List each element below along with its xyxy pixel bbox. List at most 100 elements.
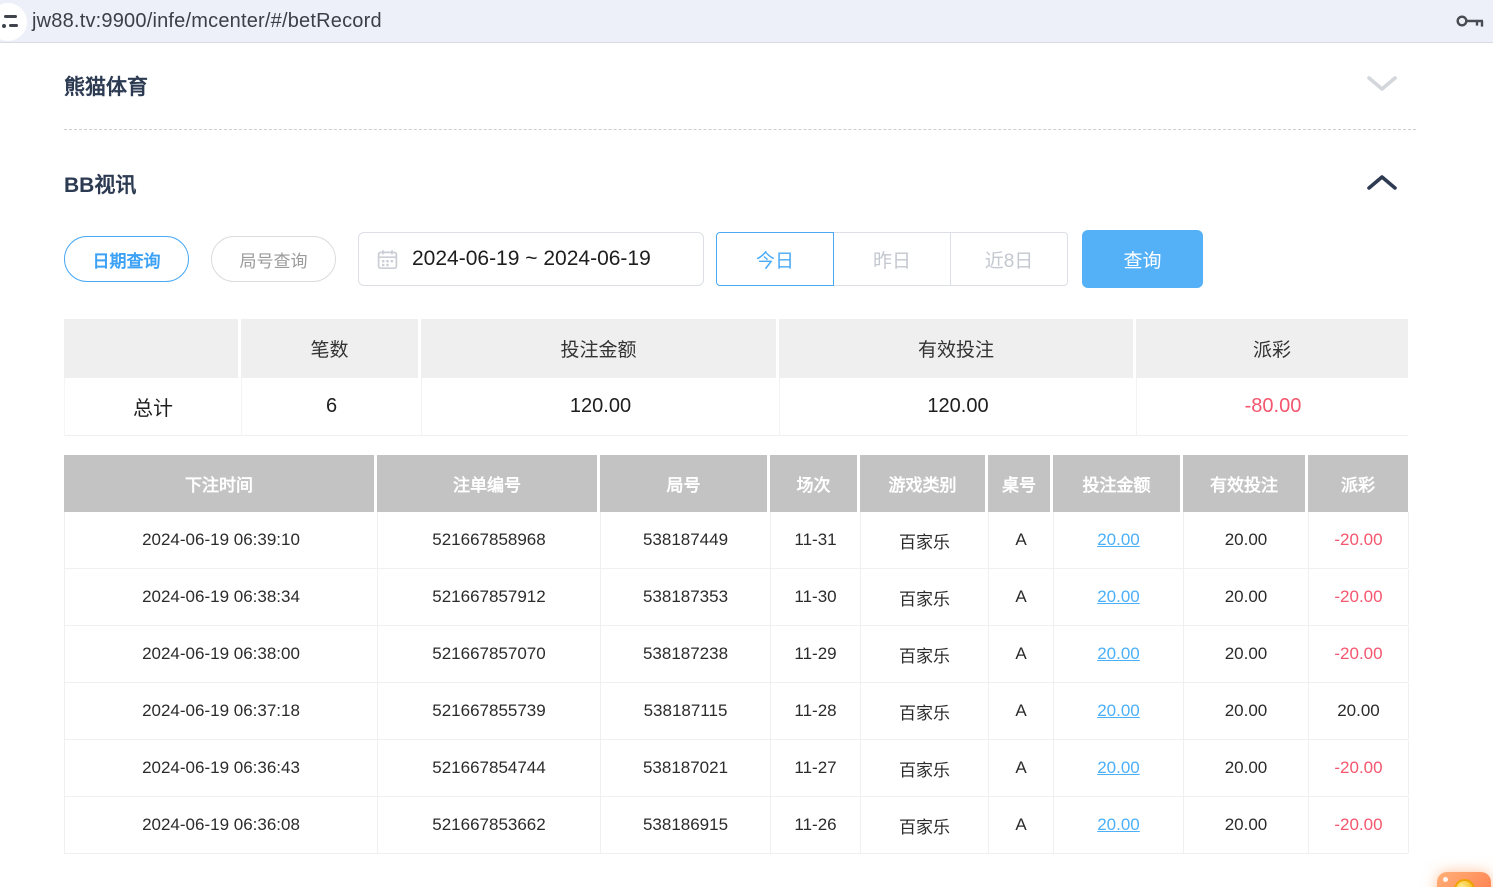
summary-total-label: 总计	[65, 378, 242, 435]
game-type-cell: 百家乐	[861, 683, 989, 739]
valid-bet-cell: 20.00	[1184, 740, 1309, 796]
col-header-bet-id: 注单编号	[377, 455, 600, 512]
calendar-icon	[377, 249, 398, 270]
summary-bet-amount-value: 120.00	[422, 378, 780, 435]
date-query-tab[interactable]: 日期查询	[64, 236, 189, 282]
bet-amount-cell: 20.00	[1054, 683, 1184, 739]
table-no-cell: A	[989, 512, 1054, 568]
payout-cell: -20.00	[1309, 569, 1409, 625]
url-text[interactable]: jw88.tv:9900/infe/mcenter/#/betRecord	[32, 10, 382, 33]
col-header-valid-bet: 有效投注	[1183, 455, 1308, 512]
table-row: 2024-06-19 06:36:08521667853662538186915…	[65, 797, 1408, 854]
table-row: 2024-06-19 06:36:43521667854744538187021…	[65, 740, 1408, 797]
gold-coin-icon	[1454, 879, 1475, 887]
filter-toolbar: 日期查询 局号查询 2024-06-19 ~ 2024-06-19 今日	[64, 230, 1408, 288]
game-type-cell: 百家乐	[861, 797, 989, 853]
bet-id-cell: 521667855739	[378, 683, 601, 739]
session-cell: 11-27	[771, 740, 861, 796]
bet-id-cell: 521667857912	[378, 569, 601, 625]
table-no-cell: A	[989, 626, 1054, 682]
section-bb-title: BB视讯	[64, 169, 136, 199]
table-no-cell: A	[989, 683, 1054, 739]
bet-amount-cell: 20.00	[1054, 569, 1184, 625]
date-range-value: 2024-06-19 ~ 2024-06-19	[412, 247, 651, 271]
game-type-cell: 百家乐	[861, 512, 989, 568]
table-row: 2024-06-19 06:38:34521667857912538187353…	[65, 569, 1408, 626]
bet-amount-link[interactable]: 20.00	[1097, 530, 1140, 550]
table-no-cell: A	[989, 569, 1054, 625]
summary-header-count: 笔数	[241, 319, 421, 378]
bet-table-body: 2024-06-19 06:39:10521667858968538187449…	[64, 512, 1408, 854]
bet-id-cell: 521667854744	[378, 740, 601, 796]
col-header-round-no: 局号	[600, 455, 770, 512]
bet-amount-cell: 20.00	[1054, 626, 1184, 682]
bet-amount-link[interactable]: 20.00	[1097, 815, 1140, 835]
summary-count-value: 6	[242, 378, 422, 435]
today-button[interactable]: 今日	[716, 232, 834, 286]
valid-bet-cell: 20.00	[1184, 797, 1309, 853]
session-cell: 11-28	[771, 683, 861, 739]
bet-time-cell: 2024-06-19 06:36:43	[65, 740, 378, 796]
summary-header-bet-amount: 投注金额	[421, 319, 779, 378]
summary-header-payout: 派彩	[1136, 319, 1408, 378]
summary-valid-bet-value: 120.00	[780, 378, 1137, 435]
query-button[interactable]: 查询	[1082, 230, 1203, 288]
bet-amount-cell: 20.00	[1054, 797, 1184, 853]
quick-range-group: 今日 昨日 近8日	[716, 232, 1068, 286]
bet-table-header: 下注时间 注单编号 局号 场次 游戏类别 桌号 投注金额 有效投注 派彩	[64, 455, 1408, 512]
game-type-cell: 百家乐	[861, 569, 989, 625]
bet-time-cell: 2024-06-19 06:36:08	[65, 797, 378, 853]
summary-header-valid-bet: 有效投注	[779, 319, 1136, 378]
bet-id-cell: 521667857070	[378, 626, 601, 682]
bet-id-cell: 521667853662	[378, 797, 601, 853]
valid-bet-cell: 20.00	[1184, 626, 1309, 682]
round-query-tab[interactable]: 局号查询	[211, 236, 336, 282]
chevron-up-icon[interactable]	[1366, 173, 1398, 196]
table-no-cell: A	[989, 740, 1054, 796]
round-no-cell: 538187115	[601, 683, 771, 739]
bet-amount-link[interactable]: 20.00	[1097, 701, 1140, 721]
payout-cell: -20.00	[1309, 626, 1409, 682]
section-bb-video[interactable]: BB视讯	[64, 130, 1408, 222]
summary-header-row: 笔数 投注金额 有效投注 派彩	[64, 319, 1408, 378]
round-no-cell: 538187353	[601, 569, 771, 625]
floating-promo-button[interactable]	[1437, 872, 1491, 887]
col-header-bet-time: 下注时间	[64, 455, 377, 512]
bet-amount-cell: 20.00	[1054, 512, 1184, 568]
payout-cell: 20.00	[1309, 683, 1409, 739]
chevron-down-icon[interactable]	[1366, 75, 1398, 98]
bet-time-cell: 2024-06-19 06:38:00	[65, 626, 378, 682]
browser-address-bar[interactable]: jw88.tv:9900/infe/mcenter/#/betRecord	[0, 0, 1493, 43]
last-8-days-button[interactable]: 近8日	[950, 232, 1068, 286]
round-no-cell: 538186915	[601, 797, 771, 853]
valid-bet-cell: 20.00	[1184, 512, 1309, 568]
section-panda-title: 熊猫体育	[64, 71, 148, 101]
bet-time-cell: 2024-06-19 06:39:10	[65, 512, 378, 568]
col-header-table-no: 桌号	[988, 455, 1053, 512]
key-icon[interactable]	[1455, 12, 1485, 36]
session-cell: 11-26	[771, 797, 861, 853]
summary-table: 笔数 投注金额 有效投注 派彩 总计 6 120.00 120.00 -80.0…	[64, 319, 1408, 436]
sparkle-dot	[1443, 877, 1448, 882]
session-cell: 11-30	[771, 569, 861, 625]
bet-time-cell: 2024-06-19 06:37:18	[65, 683, 378, 739]
table-row: 2024-06-19 06:38:00521667857070538187238…	[65, 626, 1408, 683]
site-favicon-icon[interactable]	[0, 3, 27, 41]
col-header-session: 场次	[770, 455, 860, 512]
game-type-cell: 百家乐	[861, 740, 989, 796]
yesterday-button[interactable]: 昨日	[833, 232, 951, 286]
session-cell: 11-31	[771, 512, 861, 568]
bet-amount-link[interactable]: 20.00	[1097, 644, 1140, 664]
col-header-payout: 派彩	[1308, 455, 1408, 512]
date-range-picker[interactable]: 2024-06-19 ~ 2024-06-19	[358, 232, 704, 286]
bet-amount-link[interactable]: 20.00	[1097, 587, 1140, 607]
round-no-cell: 538187238	[601, 626, 771, 682]
summary-header-blank	[64, 319, 241, 378]
table-row: 2024-06-19 06:39:10521667858968538187449…	[65, 512, 1408, 569]
bet-amount-link[interactable]: 20.00	[1097, 758, 1140, 778]
section-panda-sports[interactable]: 熊猫体育	[64, 43, 1408, 129]
payout-cell: -20.00	[1309, 797, 1409, 853]
round-no-cell: 538187449	[601, 512, 771, 568]
session-cell: 11-29	[771, 626, 861, 682]
table-row: 2024-06-19 06:37:18521667855739538187115…	[65, 683, 1408, 740]
